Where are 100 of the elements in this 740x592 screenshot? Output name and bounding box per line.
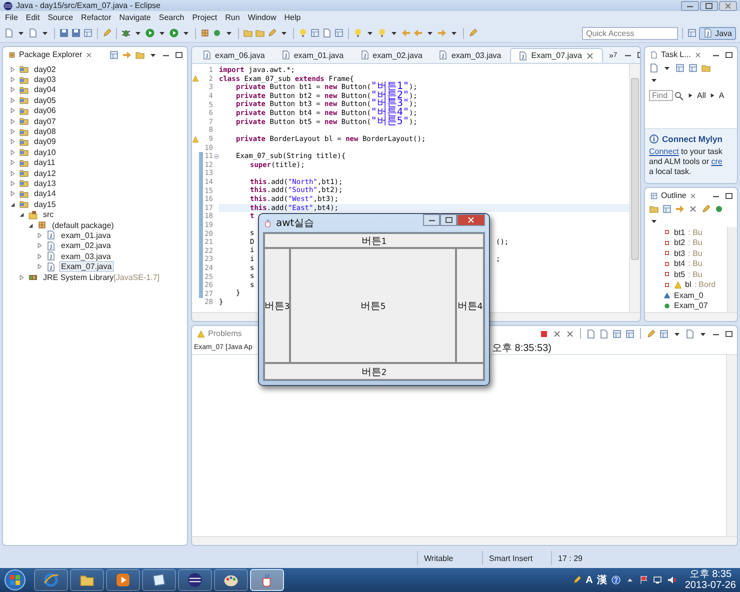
window-icon[interactable] — [83, 28, 93, 38]
tree-item[interactable]: day14 — [32, 188, 58, 200]
maximize-button[interactable] — [440, 214, 457, 226]
expand-arrow-icon[interactable] — [9, 200, 16, 208]
taskbar-button[interactable] — [250, 569, 284, 591]
tree-item[interactable]: day02 — [32, 64, 58, 75]
stop-icon[interactable] — [539, 328, 549, 338]
menu-item[interactable]: Window — [248, 13, 276, 22]
window-icon[interactable] — [612, 328, 622, 338]
tree-item[interactable]: day03 — [32, 74, 58, 86]
link[interactable]: cre — [711, 157, 722, 166]
tree-item[interactable]: exam_03.java — [59, 250, 113, 262]
editor-tab[interactable]: exam_03.java — [431, 48, 508, 62]
input-method-indicator[interactable]: 漢 — [596, 573, 607, 587]
minimize-button[interactable] — [423, 214, 440, 226]
tree-item[interactable]: day10 — [32, 146, 58, 158]
menu-item[interactable]: File — [5, 13, 18, 22]
clock-time[interactable]: 오후 8:35 — [689, 569, 732, 580]
pencil-icon[interactable] — [701, 204, 711, 214]
outline-item[interactable]: bt3 : Bu — [663, 248, 727, 258]
maximize-icon[interactable] — [724, 190, 734, 200]
tree-item[interactable]: JRE System Library[JavaSE-1.7] — [41, 272, 162, 283]
editor-tab[interactable]: exam_02.java — [352, 48, 430, 62]
maximize-button[interactable] — [700, 0, 718, 10]
outline-item[interactable]: bl : Bord — [663, 280, 727, 290]
tree-item[interactable]: day11 — [32, 157, 58, 168]
menu-item[interactable]: Run — [225, 13, 240, 22]
tree-item[interactable]: (default package) — [50, 220, 116, 231]
quick-access-field[interactable]: Quick Access — [582, 26, 678, 40]
page-icon[interactable] — [322, 28, 332, 38]
menu-item[interactable]: Project — [192, 13, 218, 22]
tree-item[interactable]: day06 — [32, 105, 58, 116]
remove-icon[interactable] — [552, 328, 562, 338]
tree-item[interactable]: day13 — [32, 178, 58, 189]
horizontal-scrollbar[interactable] — [192, 536, 737, 545]
lightbulb-icon[interactable] — [298, 28, 308, 38]
pencil-icon[interactable] — [468, 28, 478, 38]
speaker-muted-icon[interactable] — [666, 575, 677, 585]
help-icon[interactable] — [610, 575, 621, 585]
close-icon[interactable] — [85, 50, 94, 58]
tree-item[interactable]: day15 — [32, 198, 58, 210]
horizontal-scrollbar[interactable] — [645, 312, 737, 321]
expand-arrow-icon[interactable] — [27, 222, 34, 229]
tree-item[interactable]: day05 — [32, 94, 58, 106]
start-button[interactable] — [4, 569, 26, 591]
outline-item[interactable]: Exam_0 — [663, 290, 727, 300]
menu-item[interactable]: Navigate — [119, 13, 151, 22]
editor-tab[interactable]: exam_01.java — [274, 48, 351, 62]
run-icon[interactable] — [169, 28, 179, 38]
filter-link[interactable]: A — [718, 91, 724, 100]
maximize-icon[interactable] — [174, 50, 184, 60]
find-field[interactable]: Find — [649, 90, 673, 101]
run-icon[interactable] — [145, 28, 155, 38]
tree-item[interactable]: day04 — [32, 84, 58, 96]
tree-item[interactable]: day09 — [32, 136, 58, 148]
link[interactable]: Connect — [649, 147, 679, 156]
clock-date[interactable]: 2013-07-26 — [684, 580, 736, 591]
view-tab[interactable]: Problems — [195, 327, 244, 340]
view-tab[interactable]: Outline — [648, 189, 700, 202]
menu-item[interactable]: Help — [284, 13, 301, 22]
tree-item[interactable]: Exam_07.java — [59, 261, 114, 272]
outline-item[interactable]: bt4 : Bu — [663, 258, 727, 269]
fold-icon[interactable] — [214, 154, 218, 159]
tree-item[interactable]: exam_01.java — [59, 230, 113, 241]
vertical-scrollbar[interactable] — [727, 227, 737, 312]
network-icon[interactable] — [652, 575, 663, 585]
close-icon[interactable] — [584, 50, 595, 60]
outline-item[interactable]: bt2 : Bu — [663, 238, 727, 248]
close-button[interactable] — [457, 214, 485, 226]
close-button[interactable] — [719, 0, 737, 10]
editor-tab[interactable]: Exam_07.java — [510, 48, 603, 62]
package-icon[interactable] — [200, 28, 210, 38]
maximize-icon[interactable] — [724, 50, 734, 60]
folder-icon[interactable] — [701, 63, 711, 73]
tree-item[interactable]: day08 — [32, 126, 58, 138]
pencil-icon[interactable] — [267, 28, 277, 38]
open-perspective-icon[interactable] — [687, 28, 698, 38]
filter-link[interactable]: All — [697, 91, 706, 100]
editor-tab[interactable]: exam_06.java — [195, 48, 272, 62]
view-tab[interactable]: Package Explorer — [6, 48, 96, 61]
input-method-indicator[interactable]: A — [586, 574, 593, 586]
menu-item[interactable]: Search — [158, 13, 184, 22]
minimize-button[interactable] — [681, 0, 699, 10]
circle-icon[interactable] — [714, 204, 724, 214]
expand-arrow-icon[interactable] — [18, 211, 25, 218]
menu-item[interactable]: Source — [48, 13, 74, 22]
window-icon[interactable] — [310, 28, 320, 38]
window-icon[interactable] — [334, 28, 344, 38]
vertical-scrollbar[interactable] — [726, 355, 737, 536]
save-all-icon[interactable] — [71, 28, 81, 38]
maximize-icon[interactable] — [724, 328, 734, 338]
outline-item[interactable]: bt5 : Bu — [663, 269, 727, 280]
menu-item[interactable]: Edit — [26, 13, 40, 22]
view-tab[interactable]: Task L... — [648, 48, 704, 61]
save-icon[interactable] — [59, 28, 69, 38]
tree-item[interactable]: exam_02.java — [59, 240, 113, 252]
tree-item[interactable]: day07 — [32, 116, 58, 127]
pencil-icon[interactable] — [102, 28, 112, 38]
search-icon[interactable] — [674, 90, 684, 100]
vertical-scrollbar[interactable] — [629, 64, 640, 312]
